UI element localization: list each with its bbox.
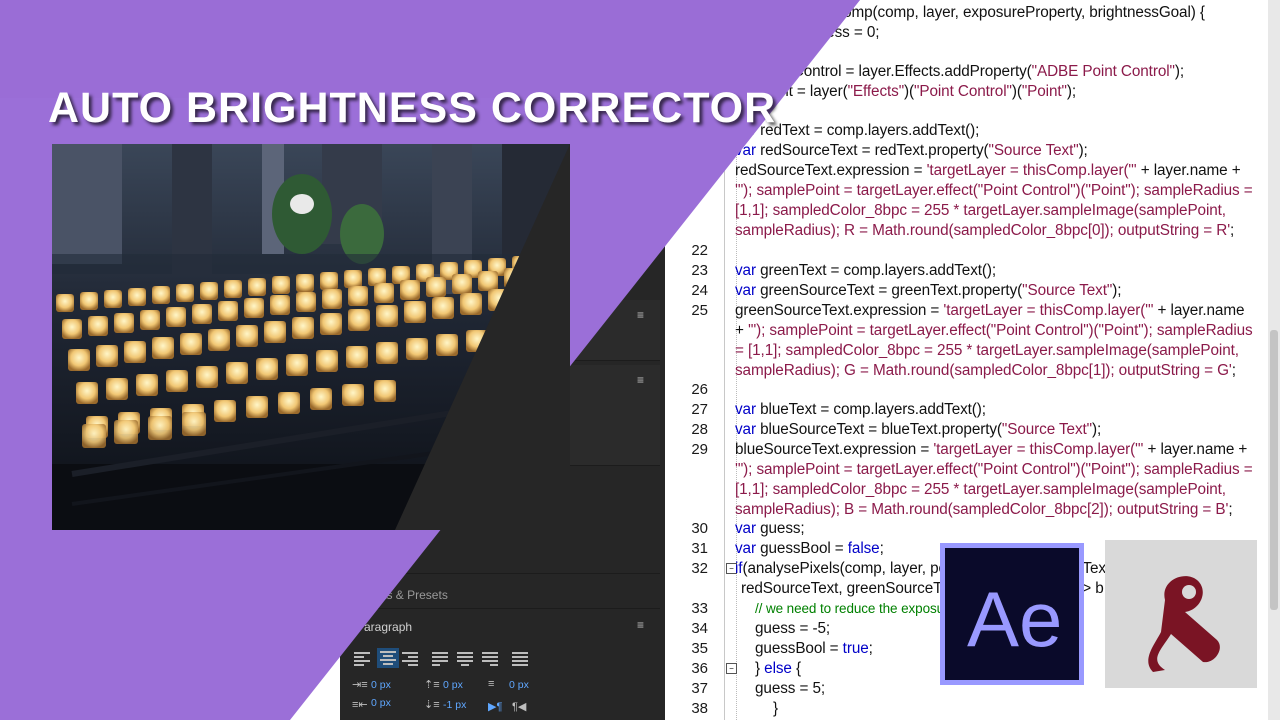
after-effects-logo-text: Ae bbox=[967, 575, 1063, 663]
after-effects-logo: Ae bbox=[940, 543, 1084, 685]
diagonal-edge bbox=[395, 144, 570, 530]
script-scroll-icon bbox=[1105, 540, 1257, 688]
